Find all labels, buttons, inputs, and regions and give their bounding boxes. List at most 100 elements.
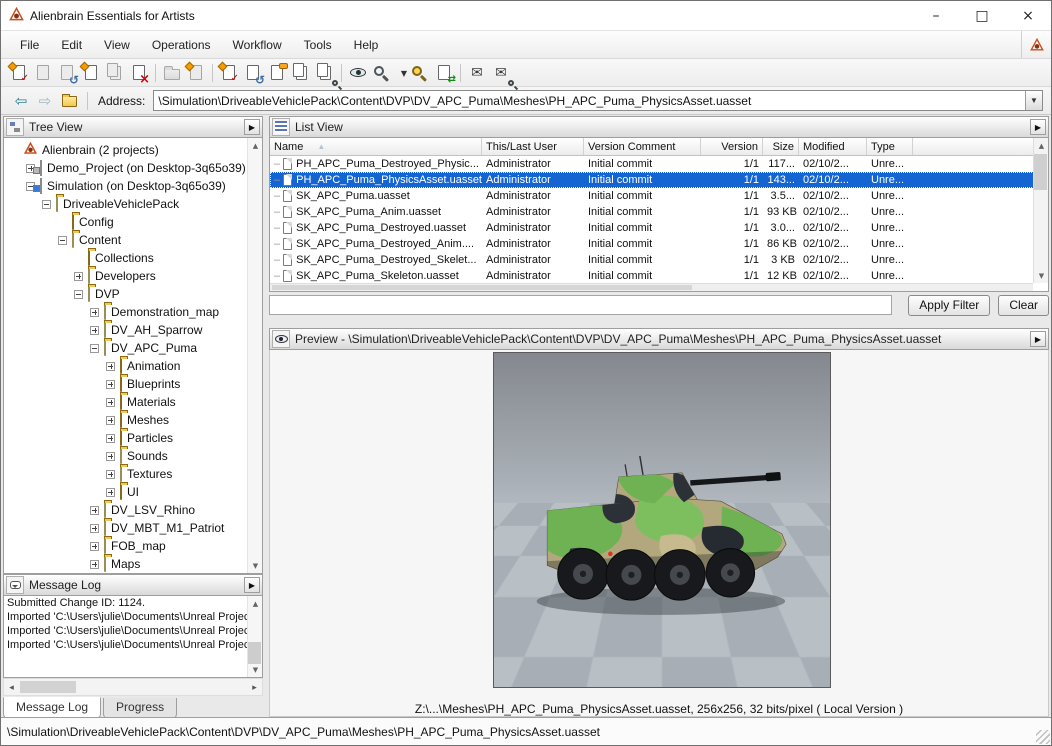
filter-input[interactable] (269, 295, 892, 315)
tree-node-alienbrain-2-projects[interactable]: Alienbrain (2 projects) (6, 141, 262, 159)
close-button[interactable]: × (1005, 1, 1051, 30)
tree-node-sounds[interactable]: Sounds (6, 447, 262, 465)
expand-icon[interactable] (90, 542, 99, 551)
tree-node-developers[interactable]: Developers (6, 267, 262, 285)
tree-node-maps[interactable]: Maps (6, 555, 262, 573)
expand-icon[interactable] (106, 434, 115, 443)
address-dropdown-icon[interactable]: ▼ (1025, 91, 1042, 110)
table-row[interactable]: –SK_APC_Puma_Anim.uassetAdministratorIni… (270, 204, 1048, 220)
menu-brand-icon[interactable] (1021, 31, 1051, 58)
table-row-selected[interactable]: –PH_APC_Puma_PhysicsAsset.uassetAdminist… (270, 172, 1048, 188)
scroll-right-icon[interactable]: ▸ (247, 680, 262, 694)
collapse-icon[interactable] (74, 290, 83, 299)
tree-node-meshes[interactable]: Meshes (6, 411, 262, 429)
address-combobox[interactable]: \Simulation\DriveableVehiclePack\Content… (153, 90, 1043, 111)
menu-edit[interactable]: Edit (50, 33, 93, 57)
expand-icon[interactable] (106, 452, 115, 461)
table-row[interactable]: –PH_APC_Puma_Destroyed_Physic...Administ… (270, 156, 1048, 172)
send-mail-icon[interactable]: ✉ (465, 61, 489, 85)
table-hscrollbar[interactable] (270, 283, 1033, 291)
expand-icon[interactable] (106, 362, 115, 371)
collapse-icon[interactable] (58, 236, 67, 245)
tab-progress[interactable]: Progress (103, 698, 177, 719)
column-header-version[interactable]: Version (701, 138, 763, 155)
menu-operations[interactable]: Operations (141, 33, 222, 57)
scroll-down-icon[interactable]: ▼ (1034, 268, 1049, 283)
expand-icon[interactable] (74, 272, 83, 281)
revert-icon[interactable]: ↺ (241, 61, 265, 85)
menu-help[interactable]: Help (343, 33, 390, 57)
scroll-up-icon[interactable]: ▲ (1034, 138, 1049, 153)
expand-icon[interactable] (90, 524, 99, 533)
copy-file-icon[interactable] (103, 61, 127, 85)
tree-node-simulation-on-desktop-3q65o39[interactable]: Simulation (on Desktop-3q65o39) (6, 177, 262, 195)
new-folder-icon[interactable] (160, 61, 184, 85)
add-file-icon[interactable] (79, 61, 103, 85)
preview-icon[interactable] (346, 61, 370, 85)
scroll-left-icon[interactable]: ◂ (4, 680, 19, 694)
tree-node-demo-project-on-desktop-3q65o39[interactable]: Demo_Project (on Desktop-3q65o39) (6, 159, 262, 177)
duplicate-icon[interactable] (289, 61, 313, 85)
menu-file[interactable]: File (9, 33, 50, 57)
check-in-icon[interactable]: ✓ (7, 61, 31, 85)
scroll-thumb[interactable] (1034, 154, 1047, 190)
menu-workflow[interactable]: Workflow (222, 33, 293, 57)
collapse-icon[interactable] (90, 344, 99, 353)
address-value[interactable]: \Simulation\DriveableVehiclePack\Content… (154, 94, 1025, 108)
scroll-down-icon[interactable]: ▼ (248, 558, 263, 573)
scroll-up-icon[interactable]: ▲ (248, 596, 263, 611)
delete-file-icon[interactable]: × (127, 61, 151, 85)
tree-node-dvp[interactable]: DVP (6, 285, 262, 303)
tree-node-fob-map[interactable]: FOB_map (6, 537, 262, 555)
expand-icon[interactable] (106, 380, 115, 389)
expand-icon[interactable] (90, 326, 99, 335)
table-vscrollbar[interactable]: ▲ ▼ (1033, 138, 1048, 283)
tree-node-dv-apc-puma[interactable]: DV_APC_Puma (6, 339, 262, 357)
tree-node-materials[interactable]: Materials (6, 393, 262, 411)
table-row[interactable]: –SK_APC_Puma_Destroyed_Anim....Administr… (270, 236, 1048, 252)
list-view-menu-arrow-icon[interactable]: ▶ (1030, 119, 1046, 135)
tab-message-log[interactable]: Message Log (3, 697, 101, 719)
column-header-this-last-user[interactable]: This/Last User (482, 138, 584, 155)
message-log-vscrollbar[interactable]: ▲ ▼ (247, 596, 262, 677)
tree-node-blueprints[interactable]: Blueprints (6, 375, 262, 393)
menu-tools[interactable]: Tools (293, 33, 343, 57)
tree-node-animation[interactable]: Animation (6, 357, 262, 375)
expand-icon[interactable] (90, 506, 99, 515)
expand-icon[interactable] (106, 488, 115, 497)
tree-node-collections[interactable]: Collections (6, 249, 262, 267)
import-asset-icon[interactable]: ✓ (217, 61, 241, 85)
message-log-menu-arrow-icon[interactable]: ▶ (244, 577, 260, 593)
tree-node-driveablevehiclepack[interactable]: DriveableVehiclePack (6, 195, 262, 213)
tree-node-dv-mbt-m1-patriot[interactable]: DV_MBT_M1_Patriot (6, 519, 262, 537)
tree-view-menu-arrow-icon[interactable]: ▶ (244, 119, 260, 135)
table-row[interactable]: –SK_APC_Puma_Skeleton.uassetAdministrato… (270, 268, 1048, 284)
expand-icon[interactable] (106, 398, 115, 407)
tree-node-dv-lsv-rhino[interactable]: DV_LSV_Rhino (6, 501, 262, 519)
preview-menu-arrow-icon[interactable]: ▶ (1030, 331, 1046, 347)
table-row[interactable]: –SK_APC_Puma.uassetAdministratorInitial … (270, 188, 1048, 204)
column-header-size[interactable]: Size (763, 138, 799, 155)
message-log-hscrollbar[interactable]: ◂ ▸ (3, 678, 263, 696)
tree-node-textures[interactable]: Textures (6, 465, 262, 483)
tree-node-ui[interactable]: UI (6, 483, 262, 501)
menu-view[interactable]: View (93, 33, 141, 57)
minimize-button[interactable]: – (913, 1, 959, 30)
find-files-icon[interactable] (313, 61, 337, 85)
edit-comment-icon[interactable] (265, 61, 289, 85)
up-folder-button[interactable] (57, 90, 81, 112)
table-row[interactable]: –SK_APC_Puma_Destroyed.uassetAdministrat… (270, 220, 1048, 236)
column-header-version-comment[interactable]: Version Comment (584, 138, 701, 155)
column-header-type[interactable]: Type (867, 138, 913, 155)
new-item-icon[interactable] (184, 61, 208, 85)
mail-search-icon[interactable]: ✉ (489, 61, 513, 85)
scroll-thumb[interactable] (272, 285, 692, 290)
tree-node-config[interactable]: Config (6, 213, 262, 231)
apply-filter-button[interactable]: Apply Filter (908, 295, 990, 316)
scroll-thumb[interactable] (20, 681, 76, 693)
expand-icon[interactable] (106, 470, 115, 479)
expand-icon[interactable] (90, 308, 99, 317)
forward-button[interactable]: ⇨ (33, 90, 57, 112)
column-header-modified[interactable]: Modified (799, 138, 867, 155)
back-button[interactable]: ⇦ (9, 90, 33, 112)
